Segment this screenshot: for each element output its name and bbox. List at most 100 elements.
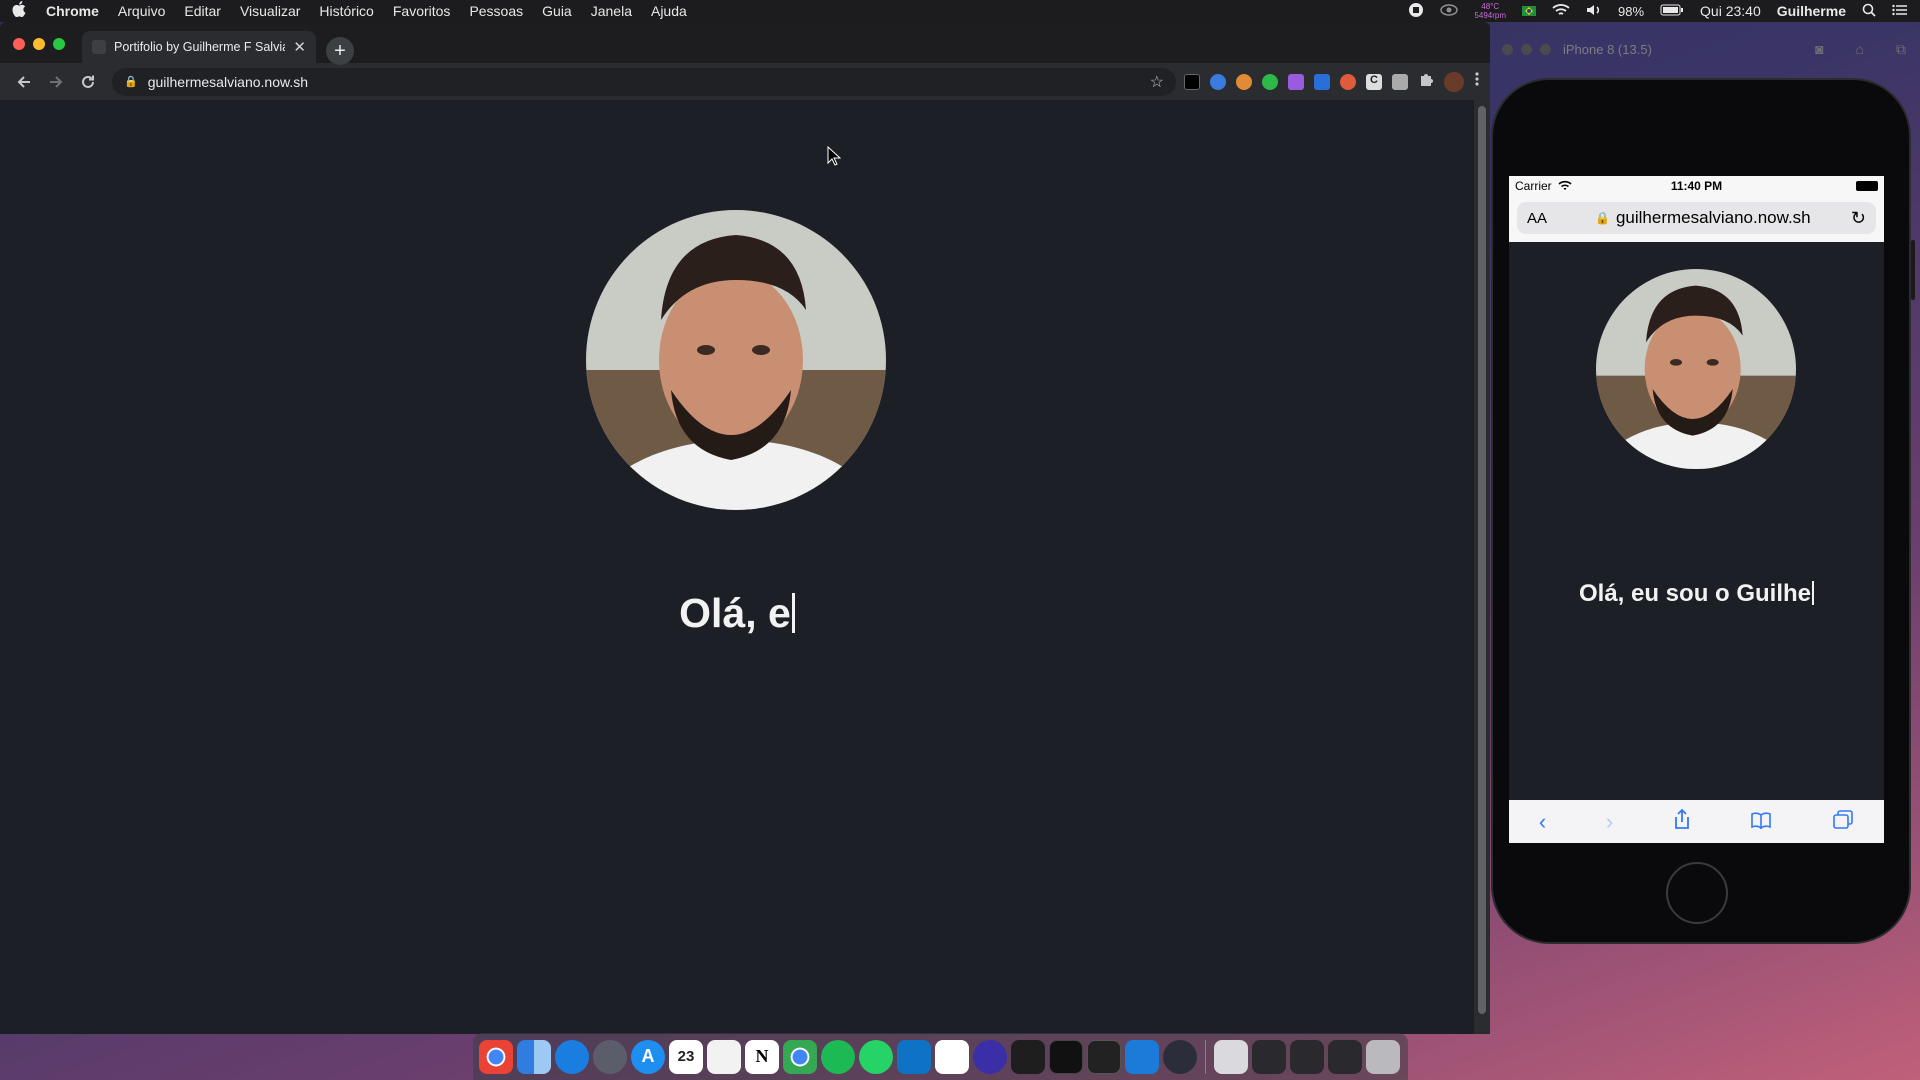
back-button[interactable] [10, 68, 38, 96]
address-bar[interactable]: 🔒 guilhermesalviano.now.sh ☆ [112, 67, 1176, 96]
bookmark-star-icon[interactable]: ☆ [1150, 72, 1164, 92]
forward-button[interactable] [42, 68, 70, 96]
profile-photo [586, 210, 886, 510]
menu-item-favoritos[interactable]: Favoritos [393, 3, 451, 19]
dock-notion-icon[interactable]: N [745, 1039, 779, 1074]
safari-share-icon[interactable] [1673, 808, 1691, 836]
dock-calendar-icon[interactable]: 23 [669, 1039, 703, 1074]
notification-center-icon[interactable] [1892, 3, 1908, 19]
dock-vscode-icon[interactable] [897, 1039, 931, 1074]
close-window-button[interactable] [13, 38, 25, 50]
apple-icon[interactable] [12, 1, 28, 21]
safari-url-bar: AA 🔒 guilhermesalviano.now.sh ↻ [1509, 196, 1884, 242]
safari-tabs-icon[interactable] [1832, 809, 1854, 835]
brazil-flag-icon[interactable] [1522, 6, 1536, 16]
menu-item-historico[interactable]: Histórico [319, 3, 373, 19]
safari-forward-icon[interactable]: › [1606, 809, 1613, 835]
tab-title: Portifolio by Guilherme F Salviano [114, 40, 286, 54]
mobile-hero-heading-text: Olá, eu sou o Guilhe [1578, 580, 1812, 607]
dock-minimized-window-2-icon[interactable] [1290, 1039, 1324, 1074]
dock-figma-icon[interactable] [1011, 1039, 1045, 1074]
battery-icon[interactable] [1660, 3, 1684, 19]
dock: A 23 N [473, 1033, 1408, 1080]
extensions-bar: C [1184, 71, 1480, 92]
extension-c-icon[interactable]: C [1366, 73, 1382, 90]
dock-downloads-folder-icon[interactable] [1214, 1039, 1248, 1074]
dock-orbit-icon[interactable] [973, 1039, 1007, 1074]
simulator-close-button[interactable] [1502, 43, 1513, 55]
safari-address-field[interactable]: AA 🔒 guilhermesalviano.now.sh ↻ [1517, 202, 1876, 234]
record-icon[interactable] [1408, 2, 1424, 21]
rotate-icon[interactable]: ⧉ [1896, 41, 1906, 58]
system-stats[interactable]: 48°C 5494rpm [1474, 2, 1506, 20]
dock-launchpad-icon[interactable] [593, 1039, 627, 1074]
menu-item-guia[interactable]: Guia [542, 3, 572, 19]
user-name[interactable]: Guilherme [1777, 3, 1846, 19]
extension-pen-icon[interactable] [1288, 73, 1304, 90]
dock-xcode-icon[interactable] [1125, 1039, 1159, 1074]
menu-item-arquivo[interactable]: Arquivo [118, 3, 165, 19]
dock-chrome-icon[interactable] [479, 1039, 513, 1074]
dock-slack-icon[interactable] [935, 1039, 969, 1074]
battery-percent[interactable]: 98% [1618, 4, 1644, 19]
safari-url[interactable]: guilhermesalviano.now.sh [1616, 208, 1811, 228]
menu-item-ajuda[interactable]: Ajuda [651, 3, 687, 19]
menu-item-editar[interactable]: Editar [184, 3, 221, 19]
extension-red-icon[interactable] [1340, 73, 1356, 90]
clock[interactable]: Qui 23:40 [1700, 3, 1761, 19]
dock-minimized-window-1-icon[interactable] [1252, 1039, 1286, 1074]
safari-back-icon[interactable]: ‹ [1539, 809, 1546, 835]
dock-chrome-alt-icon[interactable] [783, 1039, 817, 1074]
dock-spotify-icon[interactable] [821, 1039, 855, 1074]
menu-app-name[interactable]: Chrome [46, 3, 99, 19]
dock-safari-icon[interactable] [555, 1039, 589, 1074]
extension-blue-icon[interactable] [1314, 73, 1330, 90]
dock-pages-icon[interactable] [707, 1039, 741, 1074]
phone-side-button [1911, 240, 1915, 300]
dock-iterm-icon[interactable] [1087, 1039, 1121, 1074]
dock-whatsapp-icon[interactable] [859, 1039, 893, 1074]
dock-finder-icon[interactable] [517, 1039, 551, 1074]
dock-electron-icon[interactable] [1163, 1039, 1197, 1074]
scrollbar-thumb[interactable] [1478, 106, 1486, 1014]
tab-portfolio[interactable]: Portifolio by Guilherme F Salviano ✕ [82, 31, 316, 63]
volume-icon[interactable] [1586, 3, 1602, 20]
fan-speed-text: 5494rpm [1474, 11, 1506, 20]
profile-avatar-icon[interactable] [1444, 71, 1464, 92]
extension-cookie-icon[interactable] [1236, 73, 1252, 90]
safari-reload-icon[interactable]: ↻ [1851, 208, 1866, 229]
menu-item-visualizar[interactable]: Visualizar [240, 3, 300, 19]
page-scrollbar[interactable] [1474, 100, 1490, 1034]
iphone-home-button[interactable] [1666, 862, 1728, 924]
new-tab-button[interactable]: + [326, 37, 354, 65]
dock-minimized-window-3-icon[interactable] [1328, 1039, 1362, 1074]
safari-bookmarks-icon[interactable] [1750, 809, 1772, 835]
lock-icon[interactable]: 🔒 [124, 75, 138, 88]
extension-grey-icon[interactable] [1392, 73, 1408, 90]
dock-appstore-icon[interactable]: A [631, 1039, 665, 1074]
extension-evernote-icon[interactable] [1262, 73, 1278, 90]
dock-terminal-icon[interactable] [1049, 1039, 1083, 1074]
simulator-zoom-button[interactable] [1540, 43, 1551, 55]
extension-darkmode-icon[interactable] [1184, 73, 1200, 90]
wifi-icon[interactable] [1552, 3, 1570, 20]
screenshot-icon[interactable]: ◙ [1815, 41, 1823, 58]
extension-blue-circle-icon[interactable] [1210, 73, 1226, 90]
eye-icon[interactable] [1440, 3, 1459, 20]
temperature-text: 48°C [1481, 2, 1500, 11]
reader-aa-button[interactable]: AA [1527, 210, 1547, 227]
address-url[interactable]: guilhermesalviano.now.sh [148, 74, 1150, 90]
menu-item-janela[interactable]: Janela [591, 3, 632, 19]
minimize-window-button[interactable] [33, 38, 45, 50]
spotlight-search-icon[interactable] [1862, 3, 1876, 20]
zoom-window-button[interactable] [53, 38, 65, 50]
reload-button[interactable] [74, 68, 102, 96]
home-icon[interactable]: ⌂ [1856, 41, 1864, 58]
close-tab-icon[interactable]: ✕ [293, 38, 306, 56]
iphone-screen: Carrier 11:40 PM AA 🔒 guilhermesalviano.… [1509, 176, 1884, 843]
extensions-puzzle-icon[interactable] [1418, 71, 1434, 92]
chrome-menu-icon[interactable] [1474, 71, 1480, 92]
dock-trash-icon[interactable] [1366, 1039, 1400, 1074]
simulator-minimize-button[interactable] [1521, 43, 1532, 55]
menu-item-pessoas[interactable]: Pessoas [469, 3, 523, 19]
